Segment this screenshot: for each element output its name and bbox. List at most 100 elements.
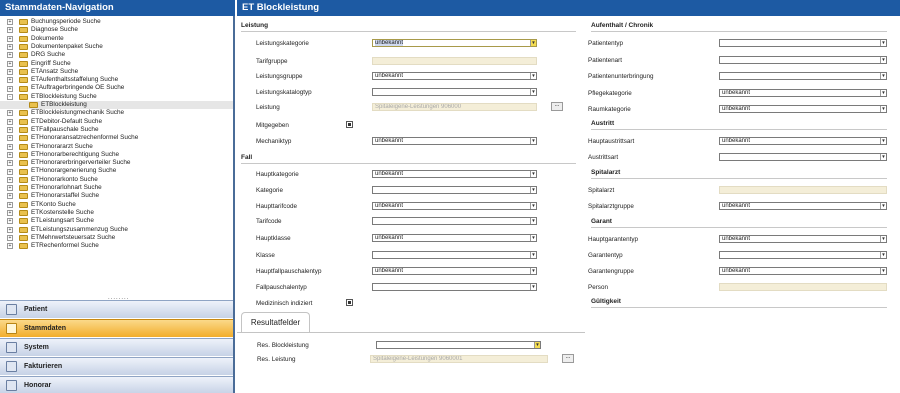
chevron-down-icon[interactable]: ▼ bbox=[530, 89, 536, 95]
hauptaustrittsart-select[interactable]: unbekannt ▼ bbox=[719, 137, 887, 145]
patientenunterbringung-select[interactable]: ▼ bbox=[719, 72, 887, 80]
expand-icon[interactable]: + bbox=[7, 176, 13, 183]
expand-icon[interactable]: + bbox=[7, 218, 13, 225]
section-divider bbox=[591, 31, 887, 32]
chevron-down-icon[interactable]: ▼ bbox=[880, 154, 886, 160]
tree-item-label: ETHonorarerbringerverteiler Suche bbox=[31, 159, 131, 167]
chevron-down-icon[interactable]: ▼ bbox=[530, 40, 536, 46]
expand-icon[interactable]: + bbox=[7, 110, 13, 117]
expand-icon[interactable]: + bbox=[7, 143, 13, 150]
collapse-icon[interactable]: - bbox=[7, 93, 13, 100]
chevron-down-icon[interactable]: ▼ bbox=[530, 252, 536, 258]
leistung-lookup-button[interactable]: ... bbox=[551, 102, 563, 111]
chevron-down-icon[interactable]: ▼ bbox=[530, 218, 536, 224]
patiententyp-select[interactable]: ▼ bbox=[719, 39, 887, 47]
nav-button-system[interactable]: System bbox=[0, 338, 233, 356]
austrittsart-select[interactable]: ▼ bbox=[719, 153, 887, 161]
expand-icon[interactable]: + bbox=[7, 60, 13, 67]
medizinisch-indiziert-checkbox[interactable] bbox=[346, 299, 353, 306]
expand-icon[interactable]: + bbox=[7, 85, 13, 92]
fallpauschalentyp-label: Fallpauschalentyp bbox=[256, 284, 307, 291]
nav-button-stammdaten[interactable]: Stammdaten bbox=[0, 319, 233, 337]
expand-icon[interactable]: + bbox=[7, 193, 13, 200]
chevron-down-icon[interactable]: ▼ bbox=[530, 138, 536, 144]
chevron-down-icon[interactable]: ▼ bbox=[880, 268, 886, 274]
tree-item-label: ETHonorarkonto Suche bbox=[31, 175, 98, 183]
expand-icon[interactable]: + bbox=[7, 52, 13, 59]
expand-icon[interactable]: + bbox=[7, 210, 13, 217]
tree-item-label: Dokumentenpaket Suche bbox=[31, 42, 103, 50]
folder-icon bbox=[19, 68, 28, 75]
app-window: Stammdaten-Navigation + Buchungsperiode S… bbox=[0, 0, 900, 393]
chevron-down-icon[interactable]: ▼ bbox=[534, 342, 540, 348]
expand-icon[interactable]: + bbox=[7, 160, 13, 167]
res-leistung-lookup-button[interactable]: ... bbox=[562, 354, 574, 363]
patientenart-select[interactable]: ▼ bbox=[719, 56, 887, 64]
expand-icon[interactable]: + bbox=[7, 201, 13, 208]
chevron-down-icon[interactable]: ▼ bbox=[880, 138, 886, 144]
pflegekategorie-select[interactable]: unbekannt ▼ bbox=[719, 89, 887, 97]
nav-button-honorar[interactable]: Honorar bbox=[0, 376, 233, 393]
klasse-select[interactable]: ▼ bbox=[372, 251, 537, 259]
folder-icon bbox=[19, 93, 28, 100]
expand-icon[interactable]: + bbox=[7, 226, 13, 233]
hauptgarantentyp-select[interactable]: unbekannt ▼ bbox=[719, 235, 887, 243]
chevron-down-icon[interactable]: ▼ bbox=[530, 187, 536, 193]
expand-icon[interactable]: + bbox=[7, 234, 13, 241]
chevron-down-icon[interactable]: ▼ bbox=[880, 106, 886, 112]
spitalarztgruppe-select[interactable]: unbekannt ▼ bbox=[719, 202, 887, 210]
chevron-down-icon[interactable]: ▼ bbox=[880, 203, 886, 209]
navigation-tree[interactable]: + Buchungsperiode Suche + Diagnose Suche + Do… bbox=[0, 17, 233, 296]
nav-button-patient[interactable]: Patient bbox=[0, 300, 233, 318]
leistung-field[interactable]: Spitaleigene-Leistungen 906000 bbox=[372, 103, 537, 111]
folder-icon bbox=[29, 102, 38, 109]
chevron-down-icon[interactable]: ▼ bbox=[880, 73, 886, 79]
folder-icon bbox=[19, 234, 28, 241]
expand-icon[interactable]: + bbox=[7, 127, 13, 134]
expand-icon[interactable]: + bbox=[7, 135, 13, 142]
mitgegeben-checkbox[interactable] bbox=[346, 121, 353, 128]
hauptklasse-select[interactable]: unbekannt ▼ bbox=[372, 234, 537, 242]
kategorie-select[interactable]: ▼ bbox=[372, 186, 537, 194]
chevron-down-icon[interactable]: ▼ bbox=[880, 57, 886, 63]
mechaniktyp-select[interactable]: unbekannt ▼ bbox=[372, 137, 537, 145]
res-blockleistung-select[interactable]: ▼ bbox=[376, 341, 541, 349]
expand-icon[interactable]: + bbox=[7, 77, 13, 84]
garantengruppe-select[interactable]: unbekannt ▼ bbox=[719, 267, 887, 275]
expand-icon[interactable]: + bbox=[7, 27, 13, 34]
expand-icon[interactable]: + bbox=[7, 168, 13, 175]
chevron-down-icon[interactable]: ▼ bbox=[530, 268, 536, 274]
raumkategorie-select[interactable]: unbekannt ▼ bbox=[719, 105, 887, 113]
chevron-down-icon[interactable]: ▼ bbox=[530, 73, 536, 79]
leistungsgruppe-select[interactable]: unbekannt ▼ bbox=[372, 72, 537, 80]
expand-icon[interactable]: + bbox=[7, 19, 13, 26]
chevron-down-icon[interactable]: ▼ bbox=[880, 252, 886, 258]
nav-button-fakturieren[interactable]: Fakturieren bbox=[0, 357, 233, 375]
chevron-down-icon[interactable]: ▼ bbox=[530, 171, 536, 177]
expand-icon[interactable]: + bbox=[7, 44, 13, 51]
chevron-down-icon[interactable]: ▼ bbox=[880, 90, 886, 96]
chevron-down-icon[interactable]: ▼ bbox=[880, 236, 886, 242]
expand-icon[interactable]: + bbox=[7, 185, 13, 192]
hauptfallpauschalentyp-select[interactable]: unbekannt ▼ bbox=[372, 267, 537, 275]
expand-icon[interactable]: + bbox=[7, 243, 13, 250]
haupttarifcode-select[interactable]: unbekannt ▼ bbox=[372, 202, 537, 210]
expand-icon[interactable]: + bbox=[7, 118, 13, 125]
expand-icon[interactable]: + bbox=[7, 35, 13, 42]
expand-icon[interactable]: + bbox=[7, 68, 13, 75]
tarifcode-select[interactable]: ▼ bbox=[372, 217, 537, 225]
chevron-down-icon[interactable]: ▼ bbox=[530, 284, 536, 290]
tree-item-etblockleistung[interactable]: ETBlockleistung bbox=[0, 101, 233, 110]
chevron-down-icon[interactable]: ▼ bbox=[880, 40, 886, 46]
garantentyp-select[interactable]: ▼ bbox=[719, 251, 887, 259]
leistungskategorie-select[interactable]: unbekannt ▼ bbox=[372, 39, 537, 47]
fallpauschalentyp-select[interactable]: ▼ bbox=[372, 283, 537, 291]
chevron-down-icon[interactable]: ▼ bbox=[530, 235, 536, 241]
tab-resultatfelder[interactable]: Resultatfelder bbox=[241, 312, 310, 332]
hauptkategorie-select[interactable]: unbekannt ▼ bbox=[372, 170, 537, 178]
leistungskatalogtyp-select[interactable]: ▼ bbox=[372, 88, 537, 96]
res-leistung-field[interactable]: Spitaleigene-Leistungen 9060001 bbox=[370, 355, 548, 363]
expand-icon[interactable]: + bbox=[7, 151, 13, 158]
leistungskategorie-label: Leistungskategorie bbox=[256, 40, 309, 47]
chevron-down-icon[interactable]: ▼ bbox=[530, 203, 536, 209]
